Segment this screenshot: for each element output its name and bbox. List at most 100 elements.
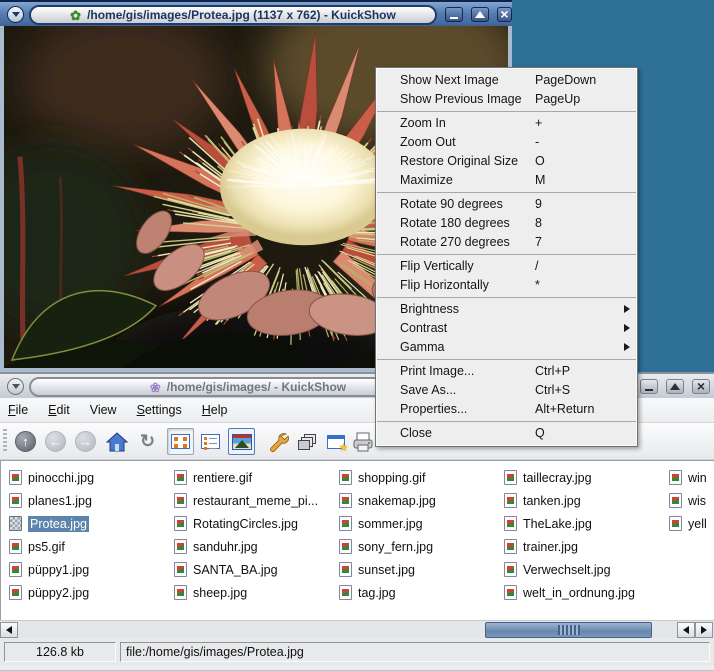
new-window-icon (327, 435, 345, 449)
file-item[interactable]: wis (669, 489, 707, 512)
menu-item-show-next-image[interactable]: Show Next ImagePageDown (376, 71, 637, 90)
file-item[interactable]: sunset.jpg (339, 558, 436, 581)
file-item[interactable]: rentiere.gif (174, 466, 318, 489)
configure-button[interactable] (264, 428, 291, 455)
image-file-icon (669, 470, 682, 485)
menu-item-contrast[interactable]: Contrast (376, 319, 637, 338)
scroll-right-button[interactable] (695, 622, 713, 638)
wrench-icon (267, 431, 289, 453)
viewer-titlebar[interactable]: ✿ /home/gis/images/Protea.jpg (1137 x 76… (0, 0, 512, 26)
file-item[interactable]: SANTA_BA.jpg (174, 558, 318, 581)
menu-item-rotate-270[interactable]: Rotate 270 degrees7 (376, 233, 637, 252)
image-preview-button[interactable] (228, 428, 255, 455)
menu-item-restore-original-size[interactable]: Restore Original SizeO (376, 152, 637, 171)
file-item[interactable]: shopping.gif (339, 466, 436, 489)
submenu-arrow-icon (624, 343, 630, 351)
viewer-title: /home/gis/images/Protea.jpg (1137 x 762)… (87, 8, 396, 22)
file-item[interactable]: taillecray.jpg (504, 466, 635, 489)
image-file-icon (339, 470, 352, 485)
new-window-button[interactable] (322, 428, 349, 455)
menu-file[interactable]: File (8, 403, 28, 417)
file-item[interactable]: püppy2.jpg (9, 581, 94, 604)
menu-item-rotate-180[interactable]: Rotate 180 degrees8 (376, 214, 637, 233)
menu-item-save-as[interactable]: Save As...Ctrl+S (376, 381, 637, 400)
scroll-left-button[interactable] (0, 622, 18, 638)
browser-minimize-button[interactable] (640, 379, 658, 394)
menu-item-flip-vertically[interactable]: Flip Vertically/ (376, 257, 637, 276)
file-item[interactable]: planes1.jpg (9, 489, 94, 512)
file-item[interactable]: sony_fern.jpg (339, 535, 436, 558)
viewer-window-menu-button[interactable] (7, 6, 24, 23)
menu-item-maximize[interactable]: MaximizeM (376, 171, 637, 190)
menu-item-rotate-90[interactable]: Rotate 90 degrees9 (376, 195, 637, 214)
forward-button[interactable]: → (72, 428, 99, 455)
image-file-icon (9, 562, 22, 577)
photo-stack-icon (298, 434, 318, 450)
file-item[interactable]: ps5.gif (9, 535, 94, 558)
file-list[interactable]: pinocchi.jpg planes1.jpg Protea.jpg ps5.… (0, 460, 714, 620)
scrollbar-thumb[interactable] (485, 622, 652, 638)
file-item[interactable]: püppy1.jpg (9, 558, 94, 581)
file-item-selected[interactable]: Protea.jpg (9, 512, 94, 535)
image-file-icon (9, 585, 22, 600)
menu-item-zoom-in[interactable]: Zoom In+ (376, 114, 637, 133)
file-item[interactable]: RotatingCircles.jpg (174, 512, 318, 535)
toolbar-drag-handle[interactable] (3, 429, 7, 453)
icon-view-button[interactable] (167, 428, 194, 455)
print-button[interactable] (349, 428, 376, 455)
up-arrow-icon: ↑ (15, 431, 36, 452)
slideshow-button[interactable] (294, 428, 321, 455)
file-item[interactable]: tag.jpg (339, 581, 436, 604)
viewer-maximize-button[interactable] (471, 7, 489, 22)
reload-button[interactable]: ↻ (134, 428, 161, 455)
file-item[interactable]: sheep.jpg (174, 581, 318, 604)
image-file-icon (9, 470, 22, 485)
kuickshow-clover-icon: ✿ (70, 9, 81, 22)
viewer-minimize-button[interactable] (445, 7, 463, 22)
image-context-menu: Show Next ImagePageDown Show Previous Im… (375, 67, 638, 447)
file-item[interactable]: sommer.jpg (339, 512, 436, 535)
browser-maximize-button[interactable] (666, 379, 684, 394)
file-item[interactable]: yell (669, 512, 707, 535)
up-button[interactable]: ↑ (12, 428, 39, 455)
menu-item-zoom-out[interactable]: Zoom Out- (376, 133, 637, 152)
image-file-icon (669, 516, 682, 531)
image-file-icon (339, 493, 352, 508)
kuickshow-flower-icon: ❀ (150, 381, 161, 394)
browser-close-button[interactable] (692, 379, 710, 394)
file-item[interactable]: trainer.jpg (504, 535, 635, 558)
home-button[interactable] (103, 428, 130, 455)
menu-item-print-image[interactable]: Print Image...Ctrl+P (376, 362, 637, 381)
file-item[interactable]: sanduhr.jpg (174, 535, 318, 558)
back-arrow-icon: ← (45, 431, 66, 452)
menu-item-brightness[interactable]: Brightness (376, 300, 637, 319)
menu-view[interactable]: View (90, 403, 117, 417)
file-item[interactable]: pinocchi.jpg (9, 466, 94, 489)
menu-help[interactable]: Help (202, 403, 228, 417)
scroll-left-button-2[interactable] (677, 622, 695, 638)
file-item[interactable]: tanken.jpg (504, 489, 635, 512)
file-item[interactable]: restaurant_meme_pi... (174, 489, 318, 512)
image-file-icon (339, 585, 352, 600)
file-item[interactable]: Verwechselt.jpg (504, 558, 635, 581)
viewer-close-button[interactable] (497, 7, 512, 22)
file-item[interactable]: snakemap.jpg (339, 489, 436, 512)
menu-settings[interactable]: Settings (137, 403, 182, 417)
menu-item-close[interactable]: CloseQ (376, 424, 637, 443)
menu-edit[interactable]: Edit (48, 403, 70, 417)
menu-item-gamma[interactable]: Gamma (376, 338, 637, 357)
image-file-icon (504, 539, 517, 554)
menu-item-flip-horizontally[interactable]: Flip Horizontally* (376, 276, 637, 295)
image-file-icon (9, 539, 22, 554)
menu-item-properties[interactable]: Properties...Alt+Return (376, 400, 637, 419)
file-item[interactable]: win (669, 466, 707, 489)
icon-view-icon (171, 434, 190, 449)
detailed-view-button[interactable] (197, 428, 224, 455)
back-button[interactable]: ← (42, 428, 69, 455)
horizontal-scrollbar[interactable] (0, 620, 714, 638)
browser-window-menu-button[interactable] (7, 378, 24, 395)
file-item[interactable]: TheLake.jpg (504, 512, 635, 535)
file-column-4: taillecray.jpg tanken.jpg TheLake.jpg tr… (504, 466, 635, 604)
menu-item-show-previous-image[interactable]: Show Previous ImagePageUp (376, 90, 637, 109)
file-item[interactable]: welt_in_ordnung.jpg (504, 581, 635, 604)
